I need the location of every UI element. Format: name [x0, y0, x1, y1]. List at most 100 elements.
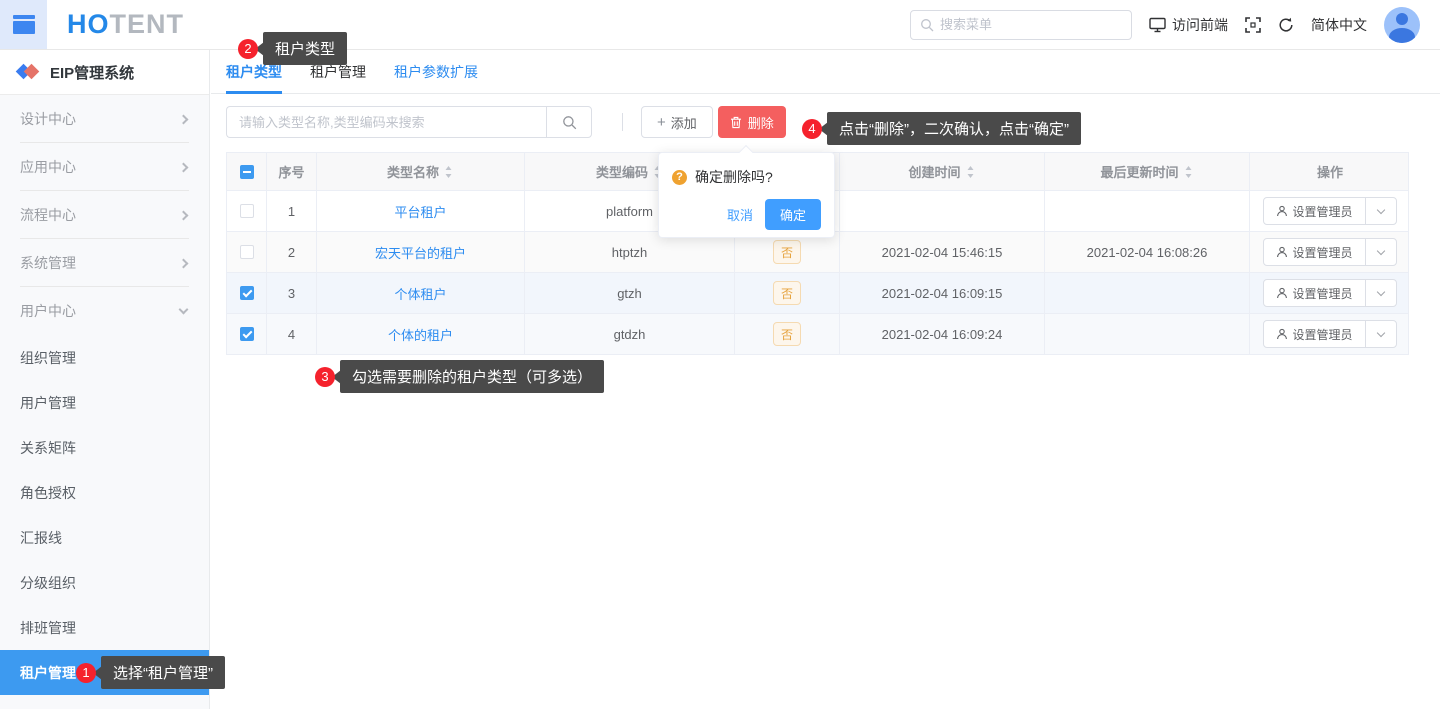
visit-frontend-label: 访问前端	[1172, 15, 1228, 35]
table-search	[226, 106, 592, 138]
annotation-text: 租户类型	[263, 32, 347, 65]
sidebar-item-system-management[interactable]: 系统管理	[0, 239, 209, 287]
header-name[interactable]: 类型名称	[317, 153, 525, 190]
add-button[interactable]: + 添加	[641, 106, 713, 138]
question-icon: ?	[672, 170, 687, 185]
collapse-menu-button[interactable]	[0, 0, 47, 49]
row-checkbox[interactable]	[240, 204, 254, 218]
refresh-icon	[1278, 17, 1294, 33]
type-search-input[interactable]	[226, 106, 546, 138]
type-name-link[interactable]: 个体租户	[394, 284, 446, 303]
annotation-text: 选择“租户管理”	[101, 656, 225, 689]
set-admin-button[interactable]: 设置管理员	[1264, 280, 1365, 306]
search-button[interactable]	[546, 106, 592, 138]
sidebar-menu: 设计中心 应用中心 流程中心 系统管理 用户中心 组织管理 用户管理 关系矩阵 …	[0, 95, 209, 695]
sidebar-item-label: 组织管理	[20, 348, 76, 368]
type-name-link[interactable]: 平台租户	[394, 202, 446, 221]
confirm-button[interactable]: 确定	[765, 199, 821, 230]
chevron-down-icon	[1376, 205, 1384, 213]
sidebar-item-process-center[interactable]: 流程中心	[0, 191, 209, 239]
sidebar-item-app-center[interactable]: 应用中心	[0, 143, 209, 191]
sidebar-item-label: 用户管理	[20, 393, 76, 413]
visit-frontend-button[interactable]: 访问前端	[1149, 15, 1228, 35]
sidebar-item-relation-matrix[interactable]: 关系矩阵	[0, 425, 209, 470]
sort-icon[interactable]	[965, 165, 976, 179]
annotation-step-1: 1 选择“租户管理”	[76, 656, 225, 689]
sidebar-item-reporting-line[interactable]: 汇报线	[0, 515, 209, 560]
row-index: 1	[267, 191, 317, 231]
refresh-button[interactable]	[1278, 17, 1294, 33]
language-selector[interactable]: 简体中文	[1311, 15, 1367, 35]
sidebar-item-user-center[interactable]: 用户中心	[0, 287, 209, 335]
sort-icon[interactable]	[443, 165, 454, 179]
updated-time: 2021-02-04 16:08:26	[1045, 232, 1250, 272]
step-number-badge: 1	[76, 663, 96, 683]
set-admin-button[interactable]: 设置管理员	[1264, 239, 1365, 265]
sidebar: EIP管理系统 设计中心 应用中心 流程中心 系统管理 用户中心 组织管理 用户…	[0, 50, 210, 709]
fullscreen-icon	[1245, 17, 1261, 33]
more-actions-button[interactable]	[1366, 198, 1396, 224]
tab-tenant-param-extension[interactable]: 租户参数扩展	[394, 50, 478, 93]
row-index: 4	[267, 314, 317, 354]
person-icon	[1276, 246, 1288, 258]
sort-icon[interactable]	[1183, 165, 1194, 179]
set-admin-split-button: 设置管理员	[1263, 238, 1396, 266]
chevron-right-icon	[179, 258, 189, 268]
table-row: 3 个体租户 gtzh 否 2021-02-04 16:09:15 设置管理员	[227, 273, 1408, 314]
set-admin-split-button: 设置管理员	[1263, 279, 1396, 307]
sidebar-item-label: 排班管理	[20, 618, 76, 638]
type-name-link[interactable]: 宏天平台的租户	[375, 243, 466, 262]
menu-search-input[interactable]	[940, 17, 1122, 32]
sidebar-item-label: 关系矩阵	[20, 438, 76, 458]
header-updated[interactable]: 最后更新时间	[1045, 153, 1250, 190]
avatar[interactable]	[1384, 7, 1420, 43]
trash-icon	[730, 116, 742, 129]
sidebar-item-hierarchical-org[interactable]: 分级组织	[0, 560, 209, 605]
updated-time	[1045, 191, 1250, 231]
type-name-link[interactable]: 个体的租户	[388, 325, 453, 344]
cancel-button[interactable]: 取消	[727, 205, 753, 224]
status-badge: 否	[773, 240, 801, 264]
sidebar-item-label: 分级组织	[20, 573, 76, 593]
delete-popconfirm: ? 确定删除吗? 取消 确定	[658, 152, 835, 238]
updated-time	[1045, 273, 1250, 313]
more-actions-button[interactable]	[1366, 239, 1396, 265]
select-all-checkbox[interactable]	[240, 165, 254, 179]
more-actions-button[interactable]	[1366, 280, 1396, 306]
sidebar-item-shift-management[interactable]: 排班管理	[0, 605, 209, 650]
table-row: 4 个体的租户 gtdzh 否 2021-02-04 16:09:24 设置管理…	[227, 314, 1408, 355]
row-checkbox[interactable]	[240, 286, 254, 300]
logo-text-secondary: TENT	[110, 9, 185, 39]
tabbar: 租户类型 租户管理 租户参数扩展	[211, 50, 1440, 94]
row-index: 2	[267, 232, 317, 272]
plus-icon: +	[657, 114, 666, 131]
more-actions-button[interactable]	[1366, 321, 1396, 347]
table-row: 2 宏天平台的租户 htptzh 否 2021-02-04 15:46:15 2…	[227, 232, 1408, 273]
step-number-badge: 4	[802, 119, 822, 139]
sidebar-item-org-management[interactable]: 组织管理	[0, 335, 209, 380]
created-time: 2021-02-04 16:09:24	[840, 314, 1045, 354]
created-time: 2021-02-04 15:46:15	[840, 232, 1045, 272]
row-checkbox[interactable]	[240, 245, 254, 259]
person-icon	[1276, 328, 1288, 340]
chevron-down-icon	[1376, 246, 1384, 254]
step-number-badge: 2	[238, 39, 258, 59]
popconfirm-message: 确定删除吗?	[695, 167, 773, 187]
header-created[interactable]: 创建时间	[840, 153, 1045, 190]
set-admin-button[interactable]: 设置管理员	[1264, 321, 1365, 347]
row-checkbox[interactable]	[240, 327, 254, 341]
chevron-down-icon	[179, 305, 189, 315]
fullscreen-button[interactable]	[1245, 17, 1261, 33]
search-icon	[562, 115, 577, 130]
sidebar-item-role-authorization[interactable]: 角色授权	[0, 470, 209, 515]
sidebar-item-design-center[interactable]: 设计中心	[0, 95, 209, 143]
chevron-right-icon	[179, 210, 189, 220]
created-time: 2021-02-04 16:09:15	[840, 273, 1045, 313]
menu-search	[910, 10, 1132, 40]
sidebar-item-user-management[interactable]: 用户管理	[0, 380, 209, 425]
sidebar-item-label: 流程中心	[20, 205, 76, 225]
delete-button[interactable]: 删除	[718, 106, 786, 138]
annotation-step-3: 3 勾选需要删除的租户类型（可多选）	[315, 360, 604, 393]
set-admin-button[interactable]: 设置管理员	[1264, 198, 1365, 224]
updated-time	[1045, 314, 1250, 354]
